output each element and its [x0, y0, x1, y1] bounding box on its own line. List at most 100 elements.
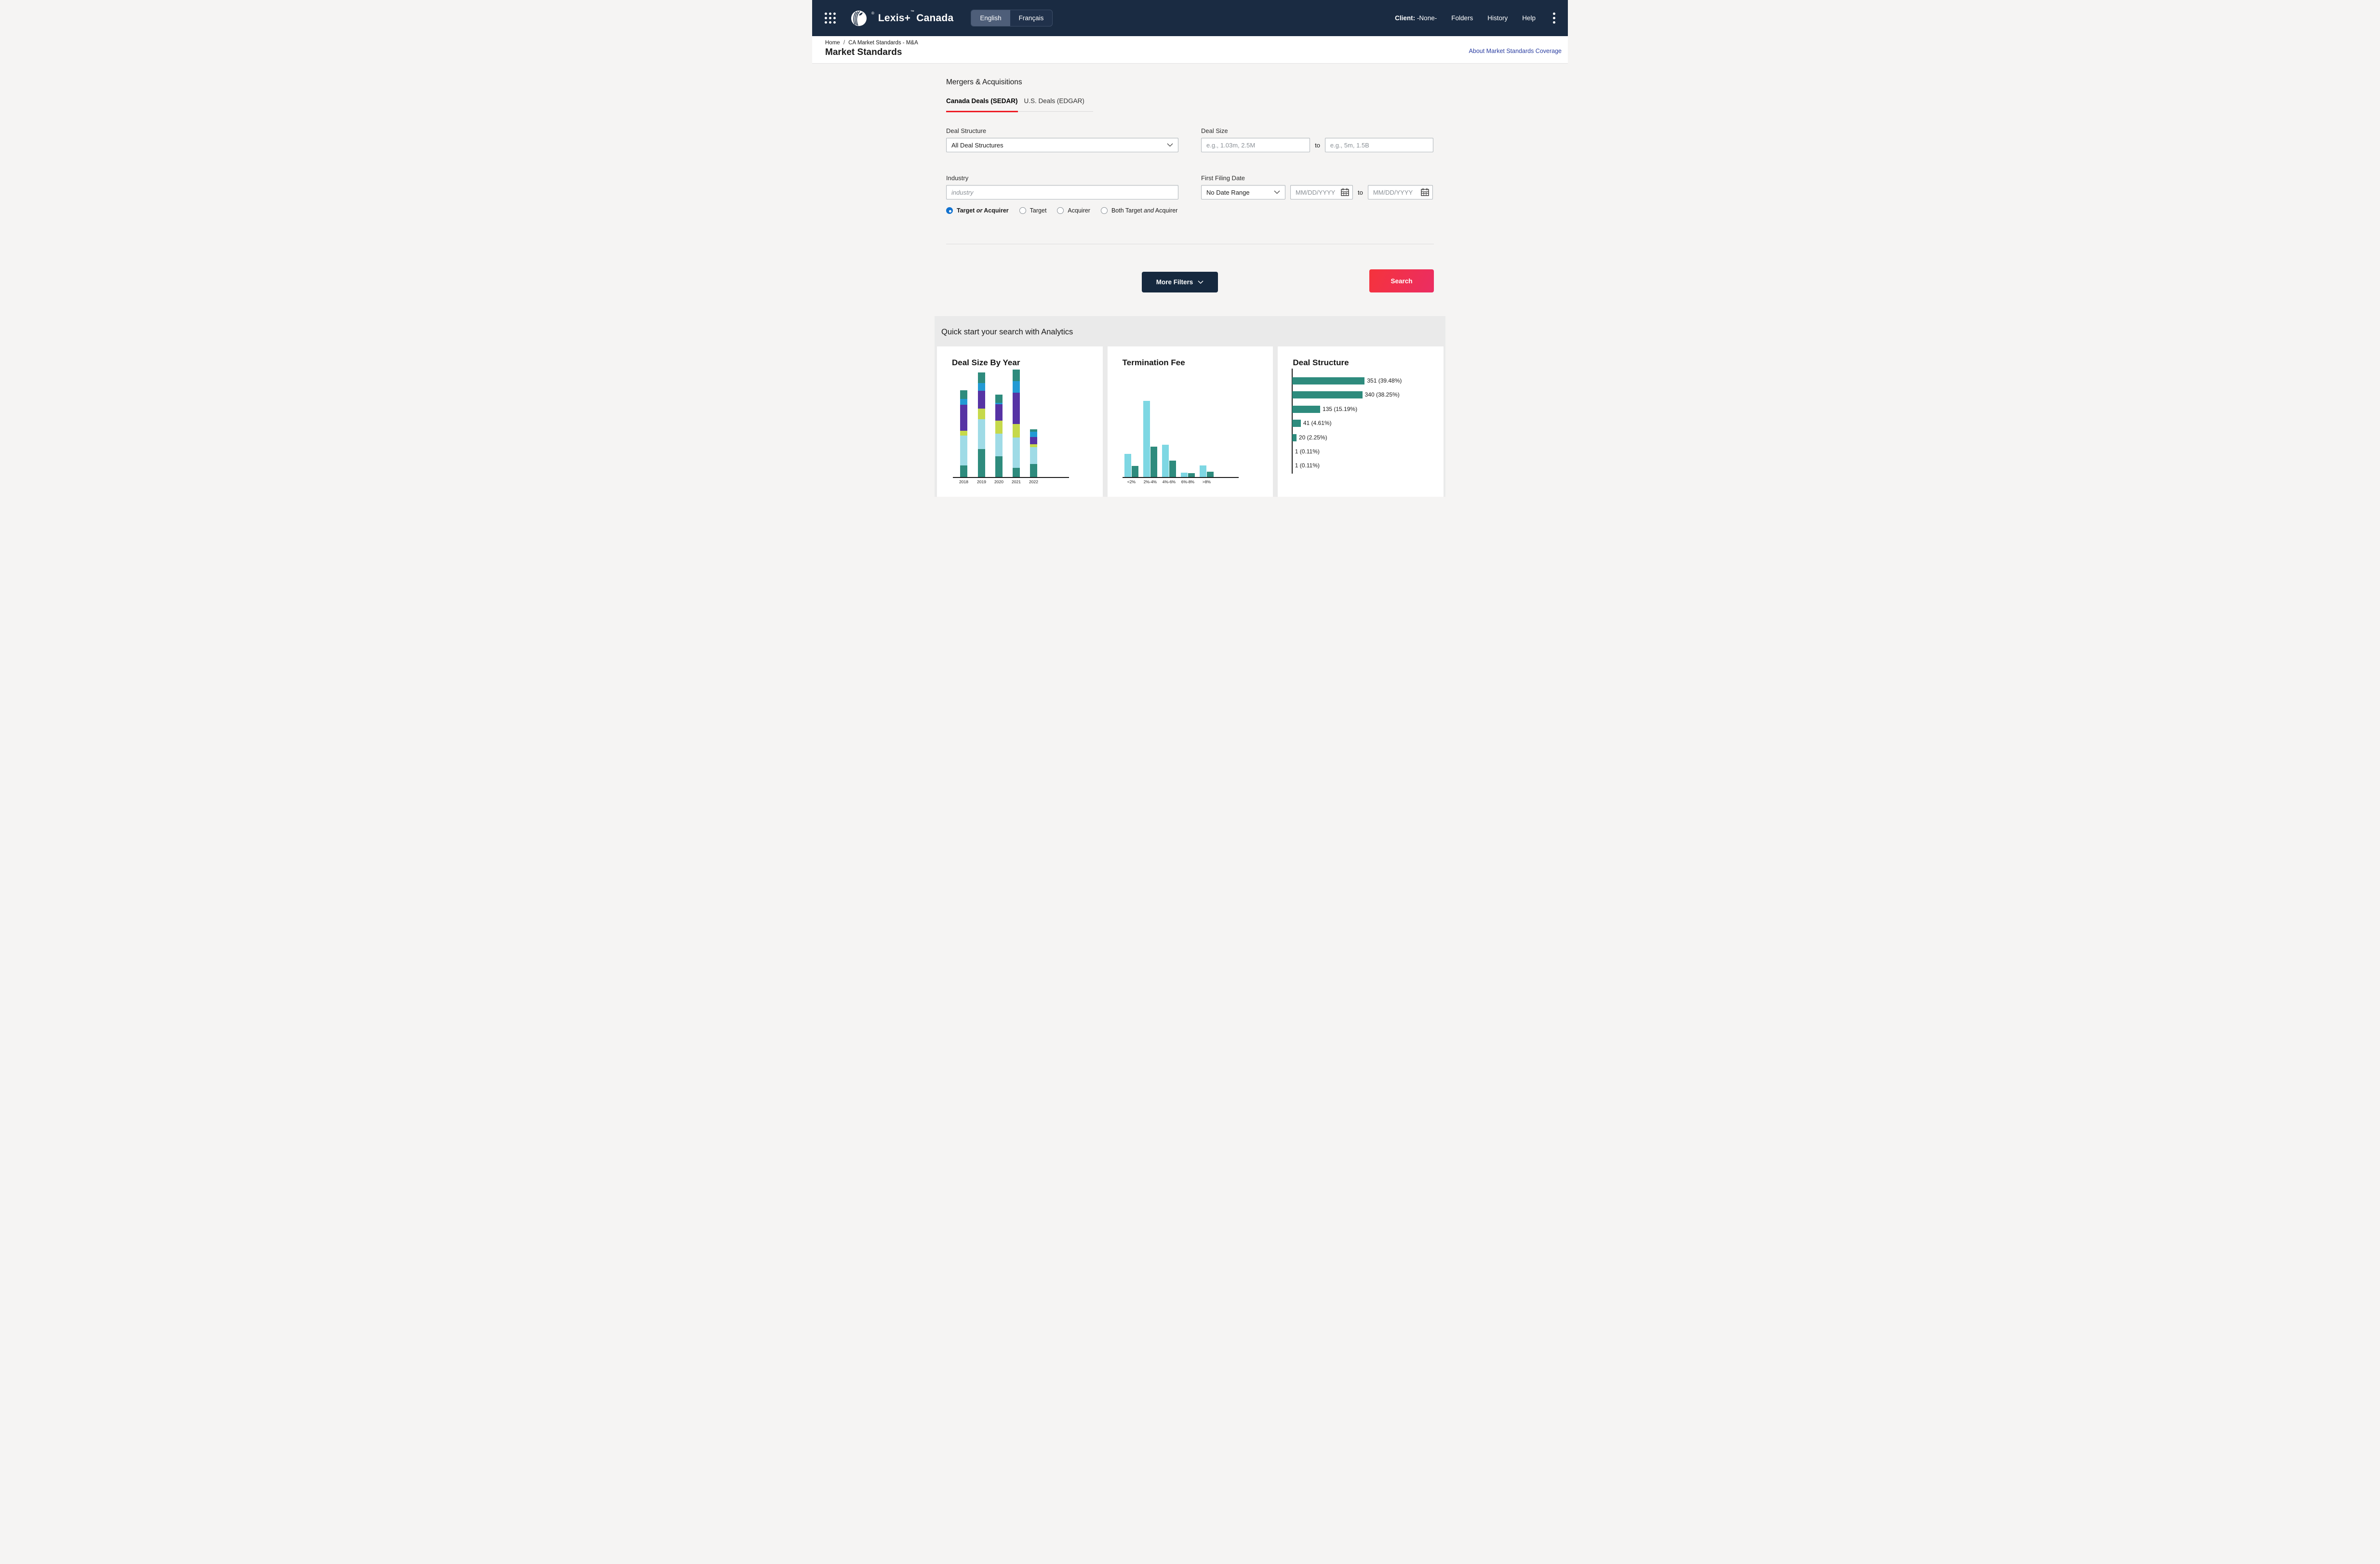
radio-acquirer[interactable]: Acquirer	[1057, 207, 1090, 214]
x-axis-label: >8%	[1194, 479, 1218, 484]
breadcrumb-current: CA Market Standards - M&A	[848, 40, 918, 46]
stacked-bar-segment[interactable]	[1013, 424, 1020, 437]
stacked-bar-segment[interactable]	[1030, 429, 1037, 432]
stacked-bar-segment[interactable]	[1013, 468, 1020, 477]
more-menu-icon[interactable]	[1553, 13, 1555, 24]
stacked-bar-segment[interactable]	[995, 434, 1003, 456]
hbar[interactable]	[1292, 391, 1362, 398]
section-title: Mergers & Acquisitions	[946, 64, 1434, 87]
chart-title: Termination Fee	[1123, 358, 1185, 368]
date-range-select[interactable]: No Date Range	[1201, 185, 1285, 199]
grouped-bar-dark[interactable]	[1150, 447, 1157, 477]
stacked-bar-segment[interactable]	[1013, 370, 1020, 381]
grouped-bar-light[interactable]	[1162, 445, 1169, 477]
hbar[interactable]	[1292, 420, 1301, 427]
stacked-bar-segment[interactable]	[1030, 437, 1037, 444]
calendar-icon[interactable]	[1421, 188, 1429, 196]
hbar-value-label: 340 (38.25%)	[1365, 391, 1400, 398]
radio-both-target-and-acquirer[interactable]: Both Target and Acquirer	[1101, 207, 1177, 214]
analytics-cards: Deal Size By Year 20182019202020212022 T…	[935, 337, 1445, 497]
stacked-bar-segment[interactable]	[1030, 432, 1037, 437]
stacked-bar-segment[interactable]	[960, 465, 967, 477]
language-toggle: English Français	[971, 10, 1053, 27]
analytics-section: Quick start your search with Analytics D…	[935, 316, 1445, 497]
hbar-value-label: 1 (0.11%)	[1295, 448, 1320, 455]
stacked-bar-segment[interactable]	[995, 421, 1003, 434]
deal-size-label: Deal Size	[1201, 127, 1433, 134]
stacked-bar-segment[interactable]	[995, 395, 1003, 403]
more-filters-button[interactable]: More Filters	[1142, 272, 1218, 292]
nav-folders[interactable]: Folders	[1451, 14, 1473, 22]
top-navbar: ® Lexis+™Canada English Français Client:…	[812, 0, 1568, 36]
stacked-bar-segment[interactable]	[995, 404, 1003, 421]
grouped-bar-light[interactable]	[1200, 465, 1206, 477]
stacked-bar-segment[interactable]	[978, 449, 985, 477]
analytics-card-termination-fee[interactable]: Termination Fee <2%2%-4%4%-6%6%-8%>8%	[1108, 346, 1273, 497]
brand-text: Lexis+™Canada	[878, 13, 953, 24]
deal-structure-select[interactable]: All Deal Structures	[946, 138, 1178, 152]
industry-scope-radios: Target or Acquirer Target Acquirer	[946, 207, 1178, 214]
stacked-bar-segment[interactable]	[978, 372, 985, 383]
stacked-bar-segment[interactable]	[960, 436, 967, 465]
tab-canada-deals[interactable]: Canada Deals (SEDAR)	[946, 97, 1018, 112]
breadcrumb-home-link[interactable]: Home	[825, 40, 840, 46]
analytics-card-deal-structure[interactable]: Deal Structure 351 (39.48%)340 (38.25%)1…	[1278, 346, 1444, 497]
nav-history[interactable]: History	[1487, 14, 1508, 22]
about-coverage-link[interactable]: About Market Standards Coverage	[1469, 48, 1562, 54]
grouped-bar-light[interactable]	[1181, 473, 1188, 477]
x-axis-label: 2020	[989, 479, 1009, 484]
grouped-bar-light[interactable]	[1124, 454, 1131, 477]
stacked-bar-segment[interactable]	[1013, 437, 1020, 468]
stacked-bar-segment[interactable]	[995, 456, 1003, 477]
deal-size-to-input[interactable]	[1325, 138, 1433, 152]
breadcrumb-separator: /	[843, 40, 845, 46]
grouped-bar-dark[interactable]	[1169, 461, 1176, 477]
stacked-bar-segment[interactable]	[995, 403, 1003, 404]
grouped-bar-dark[interactable]	[1188, 473, 1195, 477]
radio-dot	[1019, 207, 1026, 214]
hbar[interactable]	[1292, 377, 1364, 384]
stacked-bar-segment[interactable]	[960, 405, 967, 431]
stacked-bar-segment[interactable]	[960, 399, 967, 405]
stacked-bar-segment[interactable]	[978, 419, 985, 449]
analytics-card-deal-size-by-year[interactable]: Deal Size By Year 20182019202020212022	[937, 346, 1103, 497]
stacked-bar-segment[interactable]	[960, 431, 967, 436]
stacked-bar-segment[interactable]	[978, 383, 985, 391]
stacked-bar-segment[interactable]	[1030, 444, 1037, 447]
nav-help[interactable]: Help	[1522, 14, 1536, 22]
stacked-bar-segment[interactable]	[1013, 381, 1020, 393]
tab-us-deals[interactable]: U.S. Deals (EDGAR)	[1024, 97, 1084, 112]
date-from-field	[1290, 185, 1353, 199]
deals-tabs: Canada Deals (SEDAR) U.S. Deals (EDGAR)	[946, 97, 1093, 112]
calendar-icon[interactable]	[1341, 188, 1349, 196]
client-selector[interactable]: Client: -None-	[1395, 14, 1437, 22]
hbar-value-label: 41 (4.61%)	[1303, 420, 1332, 427]
radio-target[interactable]: Target	[1019, 207, 1047, 214]
stacked-bar-segment[interactable]	[978, 391, 985, 409]
chart-title: Deal Structure	[1293, 358, 1349, 368]
chevron-down-icon	[1274, 190, 1280, 194]
language-english-button[interactable]: English	[971, 10, 1010, 26]
stacked-bar-segment[interactable]	[960, 390, 967, 399]
x-axis-label: 2019	[972, 479, 991, 484]
stacked-bar-segment[interactable]	[1030, 447, 1037, 464]
analytics-title: Quick start your search with Analytics	[935, 316, 1445, 337]
radio-target-or-acquirer[interactable]: Target or Acquirer	[946, 207, 1009, 214]
search-button[interactable]: Search	[1369, 269, 1434, 292]
deal-size-from-input[interactable]	[1201, 138, 1310, 152]
lexis-logo[interactable]: ® Lexis+™Canada	[850, 10, 953, 27]
language-francais-button[interactable]: Français	[1010, 10, 1053, 26]
industry-input[interactable]	[946, 185, 1178, 199]
hbar[interactable]	[1292, 434, 1297, 441]
x-axis	[1123, 477, 1239, 478]
registered-mark: ®	[871, 11, 874, 15]
stacked-bar-segment[interactable]	[978, 409, 985, 419]
grouped-bar-dark[interactable]	[1132, 466, 1138, 477]
hbar[interactable]	[1292, 406, 1320, 413]
stacked-bar-segment[interactable]	[1030, 464, 1037, 477]
stacked-bar-segment[interactable]	[1013, 393, 1020, 424]
app-grid-icon[interactable]	[825, 13, 836, 24]
x-axis-label: 2021	[1007, 479, 1026, 484]
grouped-bar-light[interactable]	[1143, 401, 1150, 477]
grouped-bar-dark[interactable]	[1207, 472, 1214, 477]
